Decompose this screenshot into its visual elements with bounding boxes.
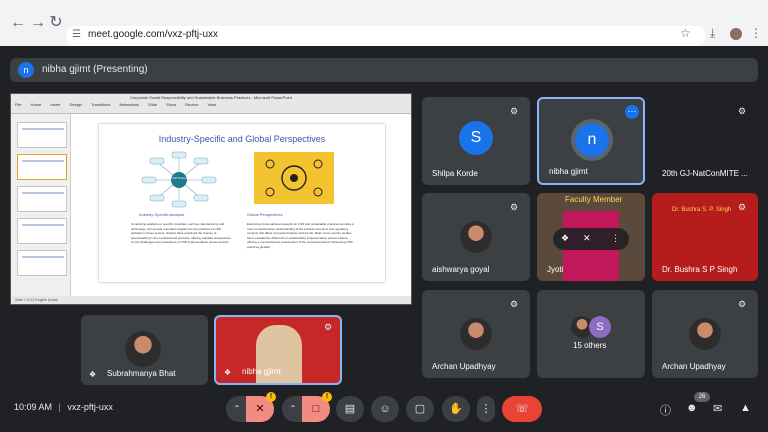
mic-off-icon: ⚙ [737, 299, 747, 309]
camera-options-chevron[interactable]: ⌃ [282, 396, 304, 422]
left-paragraph: Conducting analysis on specific industri… [131, 222, 231, 244]
participant-avatar: n [575, 123, 609, 157]
tile-hover-controls: ❖ ✕ ⋮ [553, 228, 629, 250]
participant-photo [460, 318, 492, 350]
mic-off-icon: ⚙ [323, 322, 333, 332]
others-count: 15 others [573, 341, 607, 350]
participant-tile[interactable]: ⚙ Archan Upadhyay [652, 290, 758, 378]
leave-call-button[interactable]: ☏ [502, 396, 542, 422]
csr-center-label: CSR Drivers [170, 176, 188, 180]
clock-time: 10:09 AM [14, 402, 53, 412]
url-text: meet.google.com/vxz-pftj-uxx [88, 29, 219, 40]
participant-name: nibha gjimt [549, 167, 588, 176]
shared-screen: Corporate Social Responsibility and Sust… [10, 93, 412, 305]
more-options-icon[interactable]: ⋯ [625, 105, 639, 119]
bookmark-star-icon[interactable]: ☆ [680, 26, 691, 40]
participant-avatar: S [589, 316, 611, 338]
video-banner-text: Dr. Bushra S. P. Singh [672, 207, 732, 213]
presenter-avatar: n [18, 62, 34, 78]
site-info-icon[interactable]: ☰ [72, 29, 81, 40]
meeting-details-icon[interactable]: ⓘ [660, 402, 671, 418]
separator: | [58, 402, 61, 412]
left-subtitle: Industry-Specific Analysis [139, 212, 185, 217]
video-overlay-text: Faculty Member [565, 195, 623, 204]
people-icon[interactable]: ☻ [686, 402, 698, 414]
slide-title: Industry-Specific and Global Perspective… [158, 134, 326, 144]
slide-thumbnails [11, 114, 71, 298]
slide-thumbnail-selected [17, 154, 67, 180]
participant-tile[interactable]: ⚙ aishwarya goyal [422, 193, 530, 281]
browser-chrome: ← → ↻ ☰ meet.google.com/vxz-pftj-uxx ☆ ⤓… [0, 0, 768, 46]
pin-icon[interactable]: ❖ [89, 370, 96, 379]
reload-icon[interactable]: ↻ [44, 11, 68, 35]
participant-name: aishwarya goyal [432, 265, 490, 274]
participant-name: Jyoti [547, 265, 564, 274]
mic-off-icon: ⚙ [509, 106, 519, 116]
participant-name: Archan Upadhyay [662, 362, 726, 371]
mic-options-chevron[interactable]: ⌃ [226, 396, 248, 422]
address-bar[interactable]: ☰ meet.google.com/vxz-pftj-uxx [66, 26, 706, 46]
pin-icon[interactable]: ❖ [224, 368, 231, 377]
participant-tile[interactable]: ⚙ Archan Upadhyay [422, 290, 530, 378]
participant-name: Archan Upadhyay [432, 362, 496, 371]
participant-name: 20th GJ-NatConMITE ... [662, 169, 748, 178]
camera-warning-badge: ! [322, 392, 332, 402]
slide-thumbnail [17, 250, 67, 276]
participant-tile[interactable]: ⚙ S Shilpa Korde [422, 97, 530, 185]
mute-participant-icon[interactable]: ✕ [583, 233, 591, 244]
participant-avatar: S [459, 121, 493, 155]
presenting-bar: n nibha gjimt (Presenting) [10, 58, 758, 82]
global-perspectives-graphic [254, 152, 334, 204]
more-vert-icon[interactable]: ⋮ [611, 233, 620, 244]
more-options-button[interactable]: ⋮ [477, 396, 495, 422]
mic-off-icon: ⚙ [737, 202, 747, 212]
participant-name: Subrahmanya Bhat [107, 369, 176, 378]
participant-photo [125, 331, 161, 367]
ppt-ribbon-tabs: File Home Insert Design Transitions Anim… [15, 102, 217, 107]
raise-hand-button[interactable]: ✋ [442, 396, 470, 422]
csr-center-node [171, 172, 187, 188]
captions-button[interactable]: ▤ [336, 396, 364, 422]
participant-name: Dr. Bushra S P Singh [662, 265, 738, 274]
mic-off-icon: ⚙ [737, 106, 747, 116]
others-tile[interactable]: S 15 others [537, 290, 645, 378]
meeting-toolbar: 10:09 AM | vxz-pftj-uxx ⌃ ✕ ! ⌃ □ ! ▤ ☺ … [0, 388, 768, 432]
pin-icon[interactable]: ❖ [561, 233, 569, 244]
browser-menu-icon[interactable]: ⋮ [750, 26, 762, 40]
participant-photo [460, 221, 492, 253]
participant-photo [689, 318, 721, 350]
participant-video-feed [256, 325, 302, 383]
meeting-time: 10:09 AM | vxz-pftj-uxx [14, 402, 113, 412]
right-paragraph: Examining cross-national research on CSR… [247, 222, 354, 249]
people-count-badge: 26 [694, 392, 710, 402]
participant-video-tile[interactable]: Dr. Bushra S. P. Singh ⚙ Dr. Bushra S P … [652, 193, 758, 281]
chat-icon[interactable]: ✉ [713, 402, 722, 415]
participant-tile[interactable]: ⚙ 20th GJ-NatConMITE ... [652, 97, 758, 185]
participant-name: Shilpa Korde [432, 169, 478, 178]
present-button[interactable]: ▢ [406, 396, 434, 422]
slide-thumbnail [17, 122, 67, 148]
slide-thumbnail [17, 186, 67, 212]
slide-thumbnail [17, 218, 67, 244]
emoji-button[interactable]: ☺ [371, 396, 399, 422]
mic-warning-badge: ! [266, 392, 276, 402]
profile-avatar[interactable] [730, 28, 742, 40]
mic-off-icon: ⚙ [509, 299, 519, 309]
participant-tile[interactable]: ❖ Subrahmanya Bhat [81, 315, 208, 385]
mic-off-icon: ⚙ [509, 202, 519, 212]
csr-drivers-diagram [141, 151, 217, 208]
presenting-label: nibha gjimt (Presenting) [42, 64, 148, 75]
activities-icon[interactable]: ▲ [740, 402, 751, 414]
current-slide: Industry-Specific and Global Perspective… [99, 124, 385, 282]
right-subtitle: Global Perspectives [247, 212, 283, 217]
download-icon[interactable]: ⤓ [710, 26, 715, 41]
participant-video-tile[interactable]: ⚙ ❖ nibha gjimt [214, 315, 342, 385]
ppt-status-bar: Slide 7 of 12 English (India) [11, 296, 411, 304]
participant-tile-active[interactable]: ⋯ n nibha gjimt [537, 97, 645, 185]
ppt-window-title: Corporate Social Responsibility and Sust… [130, 95, 292, 100]
meeting-code: vxz-pftj-uxx [67, 402, 113, 412]
powerpoint-ribbon: Corporate Social Responsibility and Sust… [11, 94, 411, 114]
participant-name: nibha gjimt [242, 367, 281, 376]
